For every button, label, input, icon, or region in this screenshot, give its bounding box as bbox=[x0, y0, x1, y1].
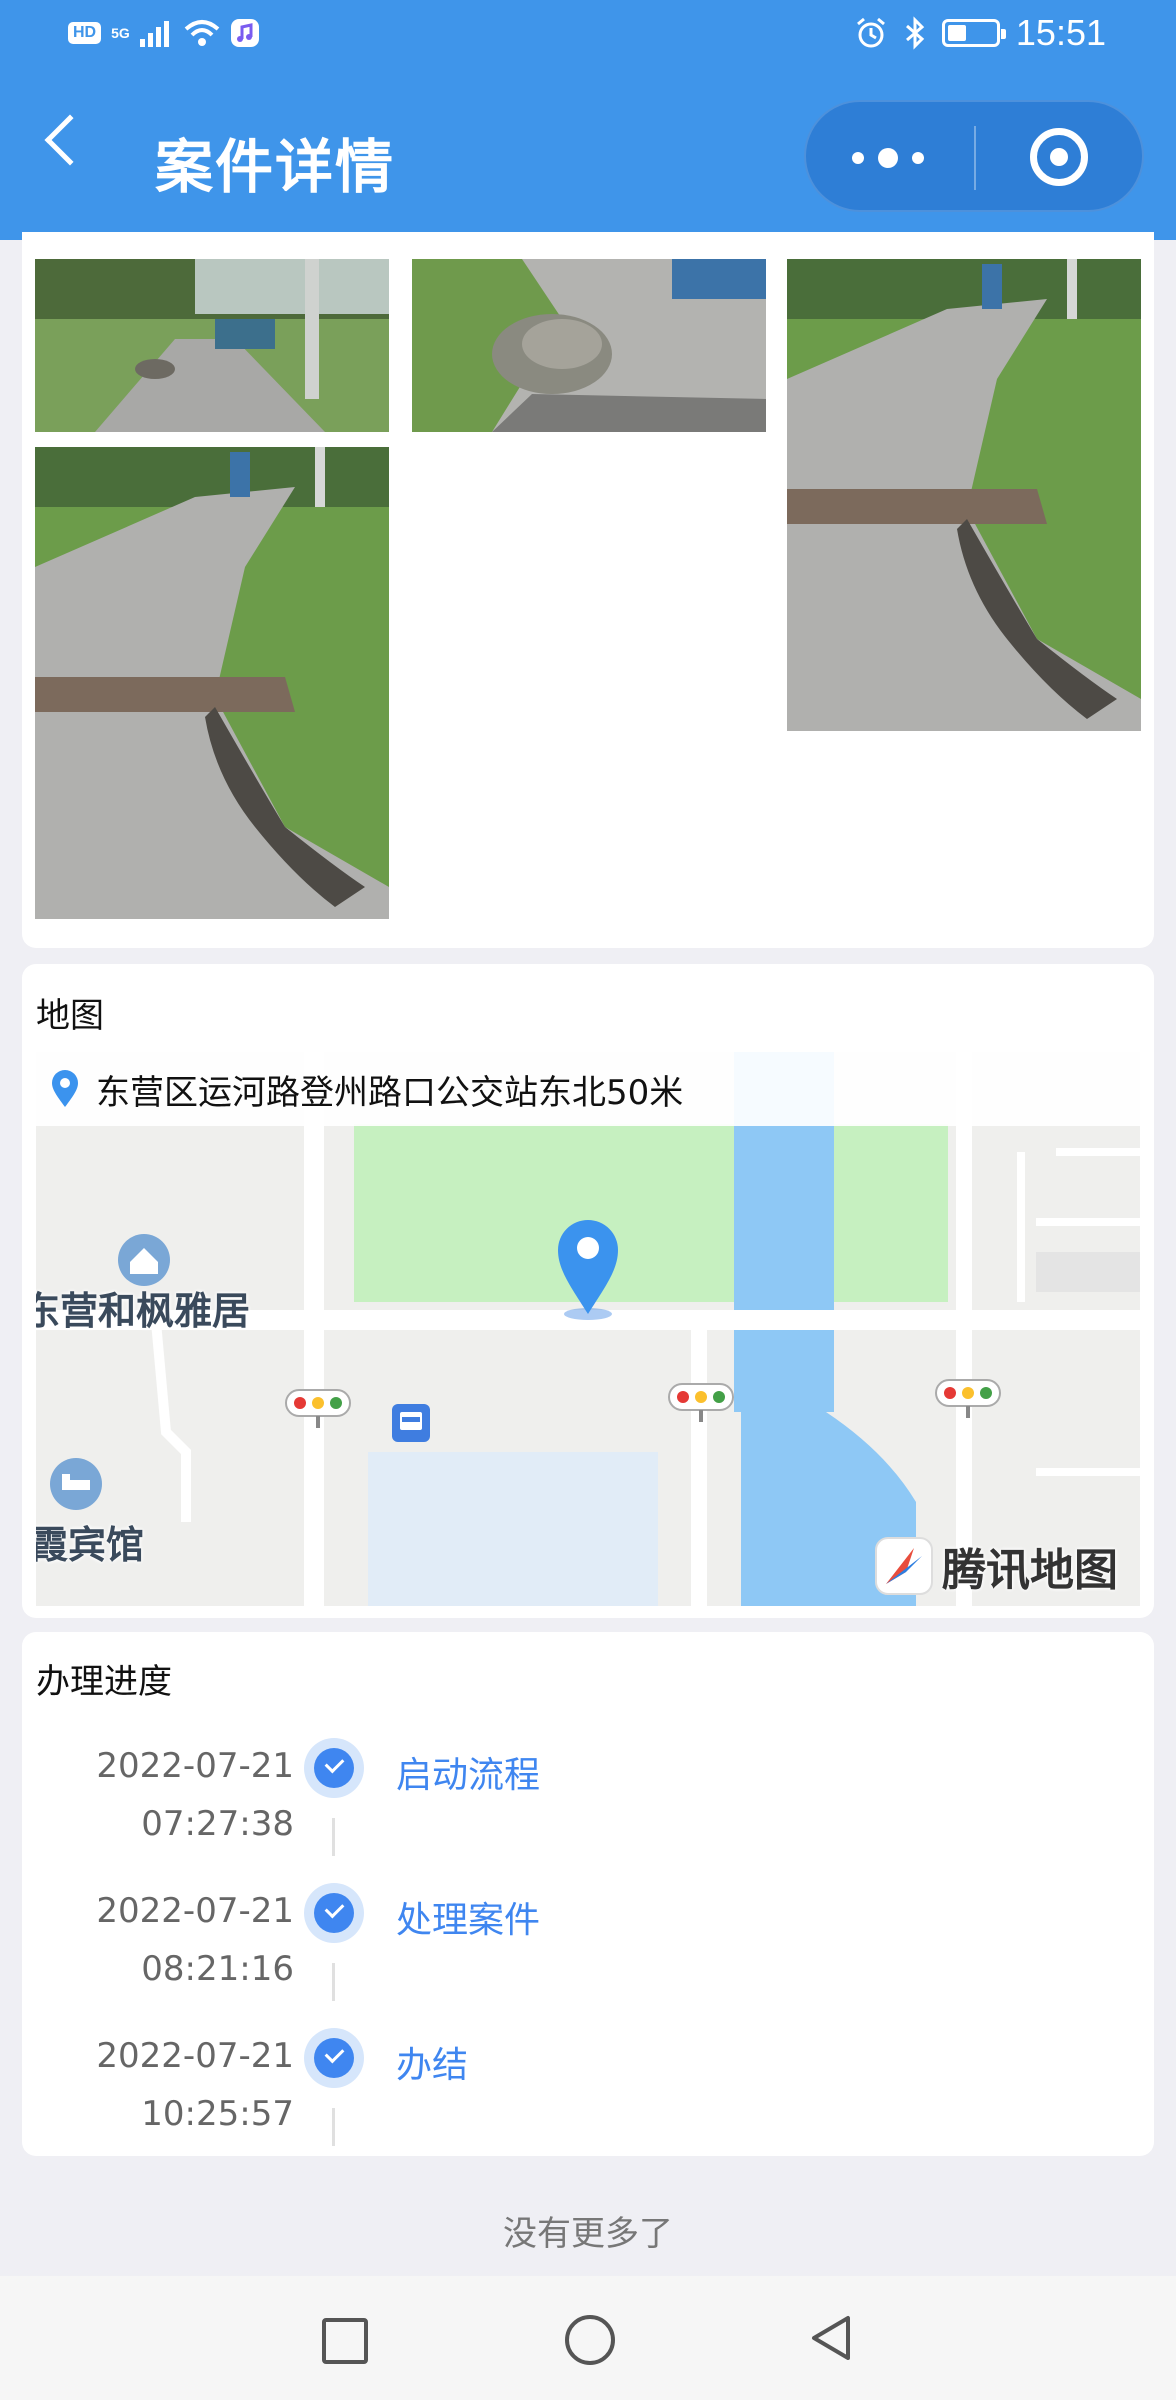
step-date: 2022-07-21 bbox=[96, 1891, 294, 1931]
circle-icon[interactable] bbox=[556, 2306, 620, 2370]
square-icon[interactable] bbox=[310, 2306, 374, 2370]
page-title: 案件详情 bbox=[155, 133, 396, 201]
timeline-step: 2022-07-21 07:27:38 启动流程 bbox=[22, 1736, 1154, 1876]
system-nav-bar bbox=[0, 2276, 1176, 2400]
status-bar: HD 5G 15:51 bbox=[0, 0, 1176, 72]
map-address-bar: 东营区运河路登州路口公交站东北50米 bbox=[36, 1052, 1140, 1126]
back-icon[interactable] bbox=[44, 114, 96, 166]
map-view[interactable]: 东营区运河路登州路口公交站东北50米 东营和枫雅居 霞宾馆 腾讯地图 bbox=[36, 1052, 1140, 1606]
timeline-connector bbox=[332, 2108, 335, 2146]
battery-icon bbox=[941, 19, 1006, 47]
signal-icon bbox=[139, 21, 169, 47]
case-photo[interactable] bbox=[787, 259, 1141, 731]
status-left: HD 5G bbox=[68, 18, 260, 48]
network-type: 5G bbox=[111, 25, 130, 41]
photo-gallery bbox=[22, 232, 1154, 948]
timeline-step: 2022-07-21 10:25:57 办结 bbox=[22, 2026, 1154, 2166]
clock: 15:51 bbox=[1015, 12, 1106, 53]
step-time: 10:25:57 bbox=[141, 2094, 294, 2134]
status-right: 15:51 bbox=[854, 12, 1106, 54]
progress-card: 办理进度 2022-07-21 07:27:38 启动流程 2022-07-21… bbox=[22, 1632, 1154, 2156]
timeline-connector bbox=[332, 1963, 335, 2001]
case-photo[interactable] bbox=[412, 259, 766, 432]
check-icon bbox=[304, 1883, 364, 1943]
more-button[interactable] bbox=[806, 102, 974, 210]
close-button[interactable] bbox=[976, 102, 1144, 210]
step-name[interactable]: 处理案件 bbox=[396, 1891, 540, 1943]
triangle-back-icon[interactable] bbox=[800, 2306, 864, 2370]
map-address: 东营区运河路登州路口公交站东北50米 bbox=[96, 1072, 684, 1113]
check-icon bbox=[304, 1738, 364, 1798]
map-section-title: 地图 bbox=[36, 996, 104, 1036]
alarm-icon bbox=[856, 17, 885, 48]
timeline-connector bbox=[332, 1818, 335, 1856]
map-card: 地图 东营区运河路登州路口公交站东北50米 东营和枫雅居 霞宾馆 腾讯地图 bbox=[22, 964, 1154, 1618]
music-app-icon bbox=[230, 19, 259, 47]
step-time: 08:21:16 bbox=[141, 1949, 294, 1989]
step-name[interactable]: 办结 bbox=[396, 2036, 468, 2088]
timeline-step: 2022-07-21 08:21:16 处理案件 bbox=[22, 1881, 1154, 2021]
mini-program-capsule bbox=[804, 100, 1144, 212]
step-date: 2022-07-21 bbox=[96, 1746, 294, 1786]
compass-icon bbox=[875, 1537, 933, 1595]
case-photo[interactable] bbox=[35, 259, 389, 432]
step-name[interactable]: 启动流程 bbox=[396, 1746, 540, 1798]
map-poi-label: 东营和枫雅居 bbox=[36, 1289, 251, 1333]
app-header: HD 5G 15:51 案件详情 bbox=[0, 0, 1176, 240]
target-circle-icon bbox=[1030, 128, 1088, 186]
map-poi-label: 霞宾馆 bbox=[36, 1523, 145, 1567]
step-time: 07:27:38 bbox=[141, 1804, 294, 1844]
bluetooth-icon bbox=[905, 16, 925, 50]
progress-section-title: 办理进度 bbox=[36, 1662, 172, 1702]
step-date: 2022-07-21 bbox=[96, 2036, 294, 2076]
map-provider-logo: 腾讯地图 bbox=[874, 1534, 1118, 1598]
location-pin-icon bbox=[52, 1070, 78, 1107]
map-provider-name: 腾讯地图 bbox=[942, 1545, 1118, 1596]
wifi-icon bbox=[184, 20, 220, 46]
more-dots-icon bbox=[852, 148, 924, 168]
case-photo[interactable] bbox=[35, 447, 389, 919]
check-icon bbox=[304, 2028, 364, 2088]
no-more-text: 没有更多了 bbox=[503, 2214, 673, 2254]
hd-badge: HD bbox=[68, 22, 102, 44]
